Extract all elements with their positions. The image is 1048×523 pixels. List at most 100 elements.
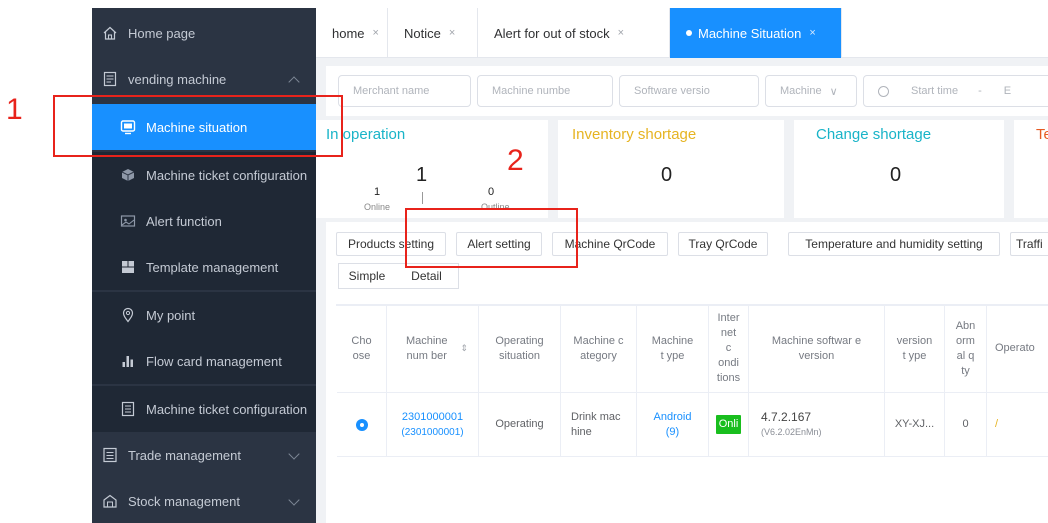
sidebar-item-my-point[interactable]: My point [92,292,316,338]
sidebar-item-flow-card-management[interactable]: Flow card management [92,338,316,384]
active-dot-icon [686,30,692,36]
online-label: Online [364,202,391,212]
app-window: Home page vending machine Machine situat… [0,0,1048,523]
ticket-config-icon [121,169,135,181]
sidebar-item-label: Template management [146,259,279,275]
card-change-shortage[interactable]: Change shortage 0 [794,120,1004,218]
cell-version-type: XY-XJ... [885,393,945,456]
tab-home[interactable]: home × [316,8,388,58]
sidebar: Home page vending machine Machine situat… [92,8,316,523]
radio-selected-icon[interactable] [355,418,368,431]
sidebar-item-stock-management[interactable]: Stock management [92,478,316,523]
start-time-placeholder: Start time [911,85,959,97]
sidebar-item-label: My point [146,307,196,323]
header-abnormal-qty: Abn orm al q ty [945,305,987,392]
placeholder-text: Machine numbe [492,85,571,97]
header-internet-conditions: Inter net c ondi tions [709,305,749,392]
cell-internet: Onli [709,393,749,456]
card-title: Te [1036,126,1048,143]
location-pin-icon [122,307,134,323]
header-machine-category: Machine c ategory [561,305,637,392]
sidebar-item-label: Machine ticket configuration [146,401,308,417]
machine-table: Cho ose Machine num ber ⇕ Operating situa… [336,304,1048,457]
sidebar-item-label: Stock management [128,493,241,509]
sort-icon[interactable]: ⇕ [460,341,468,356]
header-software-version: Machine softwar e version [749,305,885,392]
sidebar-item-label: Machine ticket configuration [146,167,308,183]
sidebar-item-label: Trade management [128,447,241,463]
header-machine-number[interactable]: Machine num ber ⇕ [387,305,479,392]
vending-machine-icon [103,71,117,87]
card-value: 0 [661,164,673,186]
tab-label: home [332,25,365,41]
trade-icon [103,447,117,463]
offline-count: 0 [488,186,495,198]
header-operator: Operato [995,342,1035,354]
filter-bar: Merchant name Machine numbe Software ver… [326,66,1048,116]
sidebar-item-label: Home page [128,25,196,41]
chevron-down-icon: ∨ [829,85,838,98]
template-icon [122,261,134,273]
select-value: Machine [780,85,822,97]
sidebar-item-home[interactable]: Home page [92,10,316,56]
table-row[interactable]: 2301000001 (2301000001) Operating Drink … [337,393,1048,457]
chevron-down-icon [288,448,300,460]
cell-operator: / [995,418,999,430]
sidebar-item-alert-function[interactable]: Alert function [92,198,316,244]
tab-alert-out-of-stock[interactable]: Alert for out of stock × [478,8,670,58]
chevron-up-icon [288,76,300,88]
row-select[interactable] [337,393,387,456]
card-fourth[interactable]: Te [1014,120,1048,218]
clock-icon [878,85,889,97]
placeholder-text: Software versio [634,85,710,97]
software-version-sub: (V6.2.02EnMn) [761,426,822,437]
sidebar-item-template-management[interactable]: Template management [92,244,316,290]
header-machine-type: Machine t ype [637,305,709,392]
card-inventory-shortage[interactable]: Inventory shortage 0 [558,120,784,218]
tab-label: Alert for out of stock [494,25,610,41]
tab-machine-situation[interactable]: Machine Situation × [670,8,842,58]
end-time-placeholder: E [1003,85,1012,97]
chevron-down-icon [288,494,300,506]
cell-category: Drink mac hine [561,393,637,456]
alert-icon [120,215,136,227]
card-value: 0 [890,164,902,186]
header-label: Machine num ber [405,334,448,362]
close-icon[interactable]: × [449,27,455,39]
machine-number-sub: (2301000001) [401,426,464,438]
temperature-humidity-setting-button[interactable]: Temperature and humidity setting [788,232,1000,256]
software-version-input[interactable]: Software versio [619,75,759,107]
annotation-number-1: 1 [6,93,23,126]
range-separator: - [978,85,982,97]
merchant-name-input[interactable]: Merchant name [338,75,471,107]
divider [422,192,423,204]
tab-notice[interactable]: Notice × [388,8,478,58]
table-header: Cho ose Machine num ber ⇕ Operating situa… [337,305,1048,393]
tray-qrcode-button[interactable]: Tray QrCode [678,232,768,256]
software-version-value: 4.7.2.167 [761,409,812,424]
bar-chart-icon [122,356,133,367]
traffic-button[interactable]: Traffi [1010,232,1048,256]
sidebar-item-label: Alert function [146,213,222,229]
close-icon[interactable]: × [373,27,379,39]
date-range-picker[interactable]: Start time - E [863,75,1048,107]
tab-label: Machine Situation [698,25,802,41]
annotation-number-2: 2 [507,144,524,177]
home-icon [103,26,117,40]
card-title: Inventory shortage [572,126,697,143]
machine-number-link[interactable]: 2301000001 [402,410,463,425]
sidebar-item-machine-ticket-configuration-2[interactable]: Machine ticket configuration [92,386,316,432]
simple-view-button[interactable]: Simple [338,263,396,289]
machine-select[interactable]: Machine ∨ [765,75,857,107]
cell-machine-number[interactable]: 2301000001 (2301000001) [387,393,479,456]
close-icon[interactable]: × [618,27,624,39]
close-icon[interactable]: × [809,27,815,39]
sidebar-item-trade-management[interactable]: Trade management [92,432,316,478]
online-count: 1 [374,186,381,198]
sidebar-item-label: Flow card management [146,353,282,369]
sidebar-item-machine-ticket-configuration[interactable]: Machine ticket configuration [92,152,316,198]
header-choose: Cho ose [337,305,387,392]
card-total: 1 [416,164,428,186]
annotation-box-1 [53,95,343,157]
machine-number-input[interactable]: Machine numbe [477,75,613,107]
